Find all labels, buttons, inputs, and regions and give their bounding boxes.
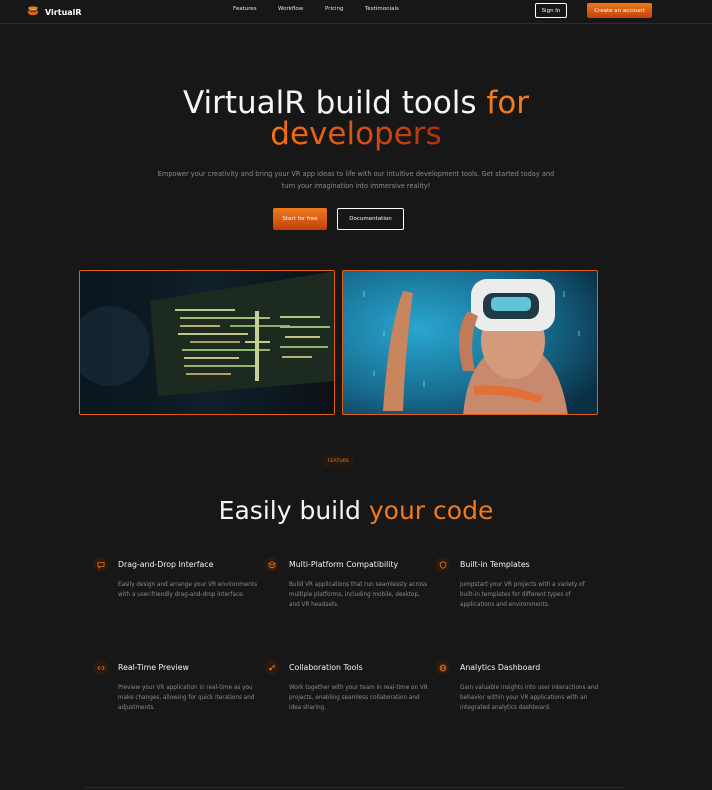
nav-link-testimonials[interactable]: Testimonials — [365, 6, 399, 12]
hero-title: VirtualR build tools for developers — [0, 88, 712, 150]
features-title: Easily build your code — [0, 497, 712, 525]
feature-title: Multi-Platform Compatibility — [289, 560, 399, 569]
feature-title: Analytics Dashboard — [460, 663, 541, 672]
vr-headset-image — [342, 270, 598, 415]
shield-icon — [435, 557, 450, 572]
hero-title-accent-developers: developers — [270, 116, 442, 152]
chat-bubble-icon — [93, 557, 108, 572]
collaboration-icon — [264, 660, 279, 675]
sign-in-button[interactable]: Sign In — [535, 3, 567, 18]
cube-icon — [264, 557, 279, 572]
features-title-main: Easily build — [218, 496, 369, 525]
hero-title-accent-for: for — [486, 85, 530, 121]
code-preview-icon — [93, 660, 108, 675]
nav-link-workflow[interactable]: Workflow — [278, 6, 303, 12]
feature-title: Built-in Templates — [460, 560, 530, 569]
feature-title: Real-Time Preview — [118, 663, 189, 672]
create-account-button[interactable]: Create an account — [587, 3, 652, 18]
feature-title: Collaboration Tools — [289, 663, 363, 672]
feature-badge: FEATURE — [323, 456, 354, 467]
globe-icon — [435, 660, 450, 675]
feature-title: Drag-and-Drop Interface — [118, 560, 214, 569]
feature-description: Gain valuable insights into user interac… — [460, 685, 598, 711]
feature-description: Build VR applications that run seamlessl… — [289, 582, 428, 608]
brand-logo[interactable]: VirtualR — [26, 3, 82, 22]
logo-icon — [26, 3, 40, 22]
nav-link-features[interactable]: Features — [233, 6, 257, 12]
feature-description: Jumpstart your VR projects with a variet… — [460, 582, 585, 608]
brand-name: VirtualR — [45, 8, 82, 17]
feature-description: Easily design and arrange your VR enviro… — [118, 582, 258, 598]
feature-description: Work together with your team in real-tim… — [289, 685, 428, 711]
features-title-accent: your code — [368, 496, 494, 525]
hero-subtitle: Empower your creativity and bring your V… — [157, 170, 555, 190]
documentation-button[interactable]: Documentation — [337, 208, 404, 230]
nav-link-pricing[interactable]: Pricing — [325, 6, 344, 12]
feature-description: Preview your VR application in real-time… — [118, 685, 255, 711]
start-for-free-button[interactable]: Start for free — [273, 208, 327, 230]
section-divider — [85, 787, 625, 788]
navbar: VirtualR Features Workflow Pricing Testi… — [0, 0, 712, 24]
code-screen-image — [79, 270, 335, 415]
